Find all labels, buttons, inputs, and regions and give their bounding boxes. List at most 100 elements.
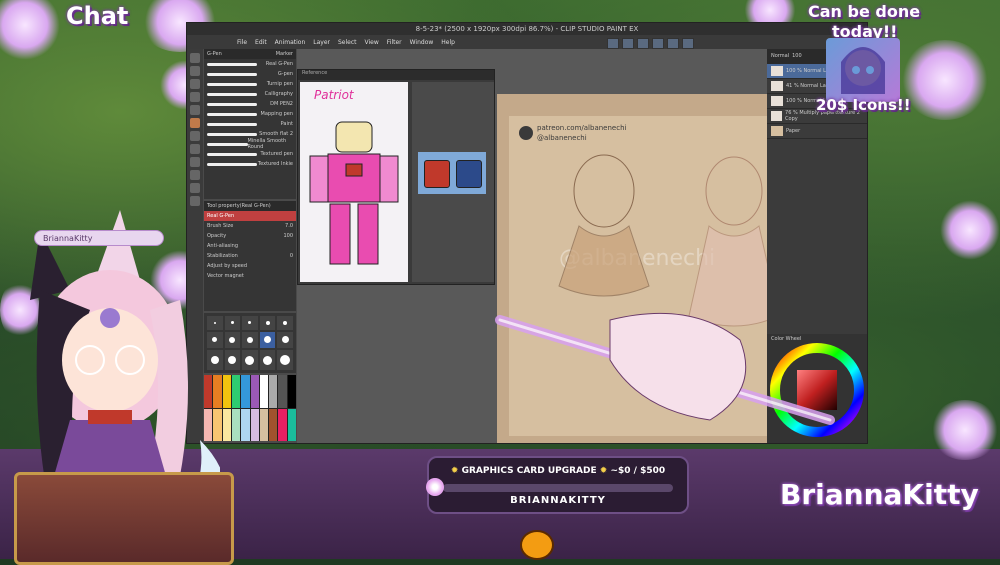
brush-size-option[interactable] [277, 331, 293, 349]
eyedropper-tool-icon[interactable] [190, 105, 200, 115]
brush-size-option[interactable] [242, 316, 258, 330]
command-button[interactable] [667, 38, 679, 49]
eraser-tool-icon[interactable] [190, 157, 200, 167]
menu-edit[interactable]: Edit [255, 39, 267, 46]
subtool-item[interactable]: G-pen [204, 69, 296, 79]
subtool-label: Smooth flat 2 [259, 131, 293, 137]
command-button[interactable] [682, 38, 694, 49]
spellbook-decoration [14, 472, 234, 565]
brush-size-option[interactable] [259, 350, 276, 370]
flower-icon [426, 478, 444, 496]
brush-size-option[interactable] [242, 350, 258, 370]
brush-size-option[interactable] [224, 316, 241, 330]
layer-opacity[interactable]: 100 [792, 53, 802, 59]
size-dot [228, 356, 237, 365]
subtool-item[interactable]: Paint [204, 119, 296, 129]
subtool-item[interactable]: DM PEN2 [204, 99, 296, 109]
menu-window[interactable]: Window [410, 39, 434, 46]
size-dot [245, 355, 255, 365]
gradient-tool-icon[interactable] [190, 183, 200, 193]
brush-size-option[interactable] [259, 316, 276, 330]
text-tool-icon[interactable] [190, 196, 200, 206]
blossom-decoration [930, 400, 1000, 460]
layer-thumbnail [771, 96, 783, 106]
menu-file[interactable]: File [237, 39, 247, 46]
brush-size-option[interactable] [259, 331, 276, 349]
subtool-tabs: G-Pen Marker [204, 49, 296, 59]
stroke-preview [207, 92, 257, 96]
menu-layer[interactable]: Layer [313, 39, 330, 46]
swatch[interactable] [231, 408, 241, 441]
pencil-tool-icon[interactable] [190, 131, 200, 141]
command-button[interactable] [622, 38, 634, 49]
swatch[interactable] [269, 375, 278, 408]
goal-progress-bar [443, 484, 673, 492]
icon-sample [826, 38, 900, 102]
subtool-item[interactable]: Textured Inkie [204, 159, 296, 169]
swatch[interactable] [250, 408, 259, 441]
fill-tool-icon[interactable] [190, 170, 200, 180]
subtool-label: Paint [280, 121, 293, 127]
swatch[interactable] [241, 408, 250, 441]
command-button[interactable] [607, 38, 619, 49]
subtool-label: Mapping pen [260, 111, 293, 117]
menu-view[interactable]: View [365, 39, 379, 46]
brush-size-option[interactable] [224, 331, 241, 349]
stroke-preview [207, 112, 257, 116]
brush-tool-icon[interactable] [190, 144, 200, 154]
menu-select[interactable]: Select [338, 39, 357, 46]
subtool-item[interactable]: Real G-Pen [204, 59, 296, 69]
menu-animation[interactable]: Animation [275, 39, 306, 46]
swatch[interactable] [278, 408, 287, 441]
brush-size-option[interactable] [224, 350, 241, 370]
layer-item[interactable]: Paper [767, 124, 867, 139]
swatch[interactable] [259, 375, 269, 408]
subtool-item[interactable]: Textured pen [204, 149, 296, 159]
swatch[interactable] [250, 375, 259, 408]
subtool-label: Textured pen [260, 151, 294, 157]
stroke-preview [207, 162, 257, 166]
swatch[interactable] [278, 375, 287, 408]
brush-size-option[interactable] [277, 316, 293, 330]
menu-bar: File Edit Animation Layer Select View Fi… [187, 35, 867, 49]
subtool-item[interactable]: Calligraphy [204, 89, 296, 99]
glass-pen-hand-illustration [495, 312, 835, 425]
swatch[interactable] [222, 375, 231, 408]
pen-tool-icon[interactable] [190, 118, 200, 128]
size-dot [246, 336, 253, 343]
goal-progress: ~$0 / $500 [610, 466, 666, 476]
tab-gpen[interactable]: G-Pen [207, 51, 222, 57]
reference-window[interactable]: Reference Patriot [297, 69, 495, 285]
command-button[interactable] [637, 38, 649, 49]
goal-owner: BRIANNAKITTY [510, 495, 606, 506]
swatch[interactable] [241, 375, 250, 408]
brush-size-option[interactable] [277, 350, 293, 370]
stroke-preview [207, 132, 257, 136]
menu-filter[interactable]: Filter [387, 39, 402, 46]
swatch[interactable] [222, 408, 231, 441]
menu-help[interactable]: Help [441, 39, 455, 46]
tab-marker[interactable]: Marker [276, 51, 293, 57]
blossom-decoration [940, 200, 1000, 260]
subtool-item[interactable]: Mapping pen [204, 109, 296, 119]
swatch[interactable] [287, 408, 296, 441]
brush-size-option[interactable] [242, 331, 258, 349]
subtool-item[interactable]: Turnip pen [204, 79, 296, 89]
stroke-preview [207, 62, 257, 66]
zoom-tool-icon[interactable] [190, 53, 200, 63]
swatch[interactable] [259, 408, 269, 441]
blend-mode[interactable]: Normal [771, 53, 789, 59]
move-tool-icon[interactable] [190, 66, 200, 76]
command-button[interactable] [652, 38, 664, 49]
lasso-tool-icon[interactable] [190, 92, 200, 102]
swatch[interactable] [269, 408, 278, 441]
select-tool-icon[interactable] [190, 79, 200, 89]
window-title: 8-5-23* (2500 x 1920px 300dpi 86.7%) - C… [187, 23, 867, 35]
chat-username: BriannaKitty [43, 233, 93, 243]
size-dot [265, 320, 270, 325]
robot-heads-thumbnail [418, 152, 486, 194]
subtool-item[interactable]: Minella Smooth Round [204, 138, 296, 150]
brand-name: BriannaKitty [780, 478, 979, 511]
swatch[interactable] [231, 375, 241, 408]
swatch[interactable] [287, 375, 296, 408]
